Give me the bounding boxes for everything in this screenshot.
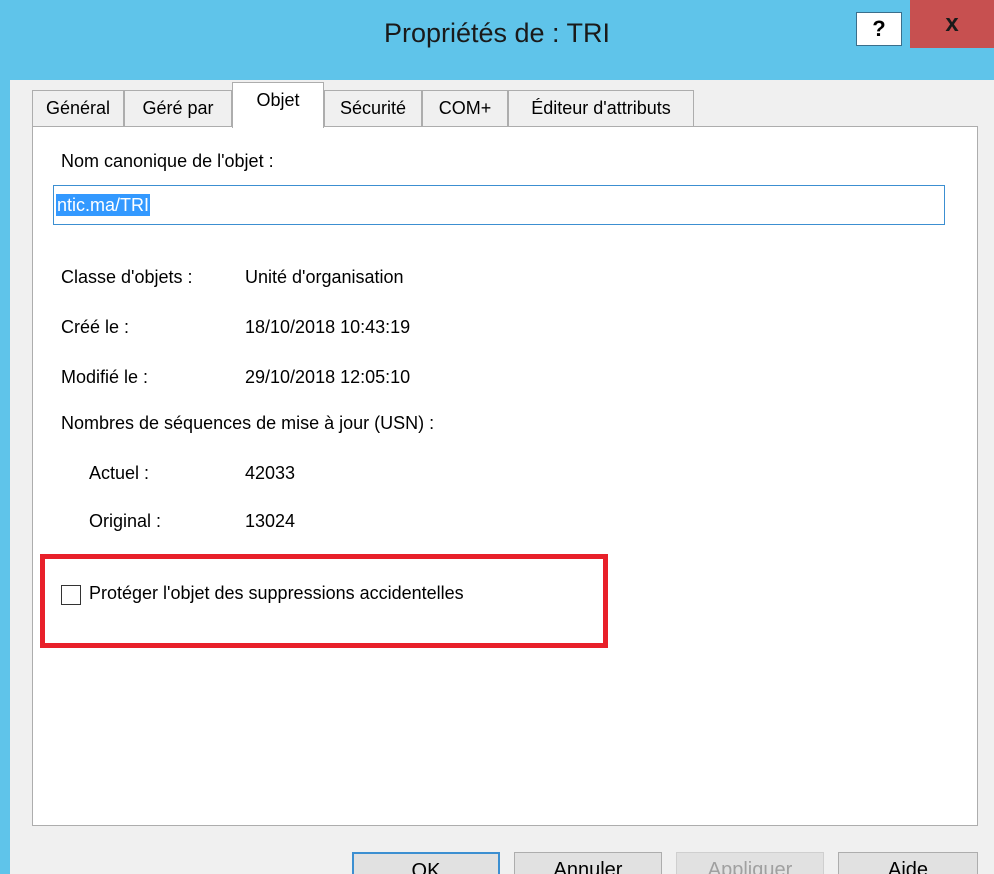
usn-label: Nombres de séquences de mise à jour (USN… bbox=[61, 413, 435, 433]
object-class-value: Unité d'organisation bbox=[245, 267, 404, 287]
created-label: Créé le : bbox=[61, 317, 130, 337]
help-icon[interactable]: ? bbox=[856, 12, 902, 46]
canonical-name-field[interactable]: ntic.ma/TRI bbox=[53, 185, 945, 225]
tab-com-plus[interactable]: COM+ bbox=[422, 90, 508, 126]
help-button[interactable]: Aide bbox=[838, 852, 978, 874]
usn-current-label: Actuel : bbox=[89, 463, 150, 483]
title-bar[interactable]: Propriétés de : TRI ? x bbox=[0, 0, 994, 80]
modified-label: Modifié le : bbox=[61, 367, 149, 387]
canonical-name-label: Nom canonique de l'objet : bbox=[61, 151, 274, 171]
tab-general[interactable]: Général bbox=[32, 90, 124, 126]
tab-managed-by[interactable]: Géré par bbox=[124, 90, 232, 126]
object-tab-panel: Nom canonique de l'objet : ntic.ma/TRI C… bbox=[32, 126, 978, 826]
highlight-annotation-box bbox=[40, 554, 608, 648]
usn-original-label: Original : bbox=[89, 511, 162, 531]
object-class-label: Classe d'objets : bbox=[61, 267, 193, 287]
usn-original-value: 13024 bbox=[245, 511, 296, 531]
modified-value: 29/10/2018 12:05:10 bbox=[245, 367, 411, 387]
tab-attribute-editor[interactable]: Éditeur d'attributs bbox=[508, 90, 694, 126]
apply-button[interactable]: Appliquer bbox=[676, 852, 824, 874]
window-border bbox=[0, 80, 10, 874]
tab-security[interactable]: Sécurité bbox=[324, 90, 422, 126]
tab-object[interactable]: Objet bbox=[232, 82, 324, 128]
properties-dialog: Propriétés de : TRI ? x Général Géré par… bbox=[0, 0, 994, 874]
usn-current-value: 42033 bbox=[245, 463, 296, 483]
window-title: Propriétés de : TRI bbox=[383, 18, 611, 48]
canonical-name-value: ntic.ma/TRI bbox=[56, 194, 151, 216]
ok-button[interactable]: OK bbox=[352, 852, 500, 874]
close-icon[interactable]: x bbox=[910, 0, 994, 48]
cancel-button[interactable]: Annuler bbox=[514, 852, 662, 874]
created-value: 18/10/2018 10:43:19 bbox=[245, 317, 411, 337]
